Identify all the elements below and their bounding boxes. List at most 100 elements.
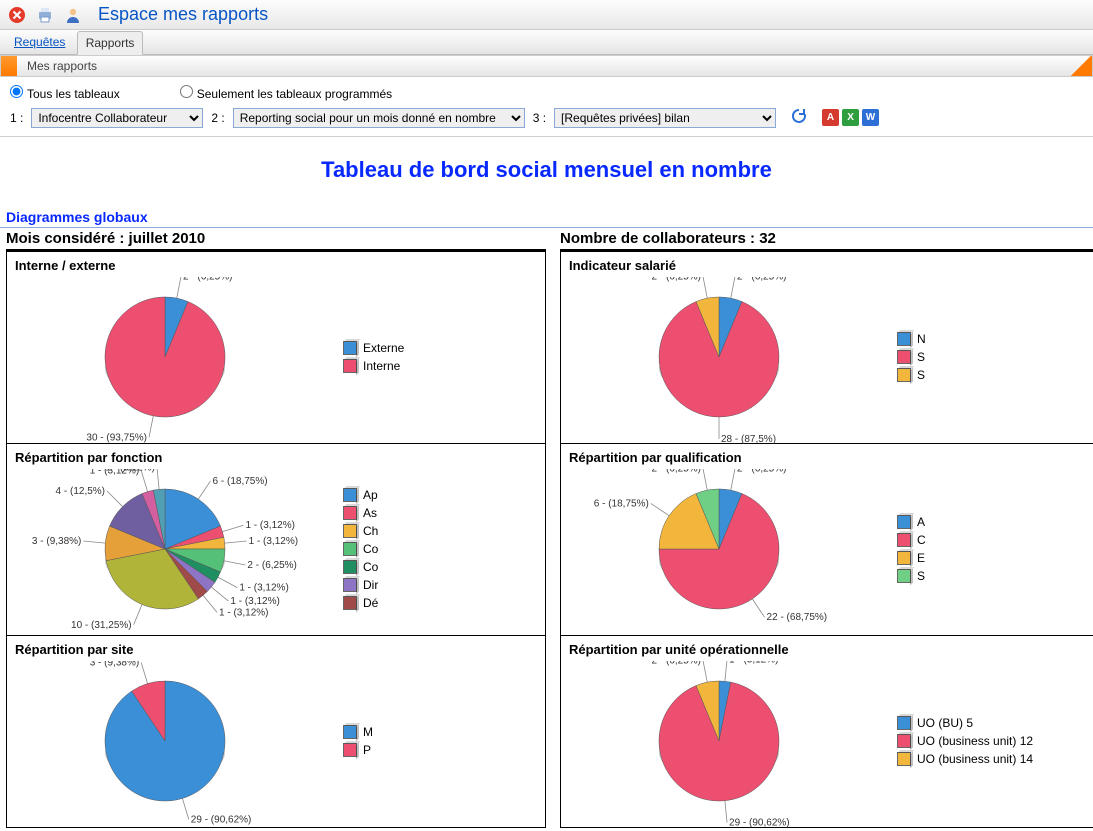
pie-canvas: 2 - (6,25%)28 - (87,5%)2 - (6,25%)	[569, 277, 889, 437]
filter-select-3[interactable]: [Requêtes privées] bilan	[555, 109, 775, 127]
legend-item: P	[343, 743, 537, 757]
filter-bar: Tous les tableaux Seulement les tableaux…	[0, 77, 1093, 137]
svg-text:2 - (6,25%): 2 - (6,25%)	[652, 277, 701, 283]
chart-legend: Ap As Ch Co Co Dir Dé	[335, 469, 537, 629]
left-column-head: Mois considéré : juillet 2010	[6, 228, 546, 251]
svg-text:2 - (6,25%): 2 - (6,25%)	[183, 277, 232, 283]
pie-canvas: 29 - (90,62%)3 - (9,38%)	[15, 661, 335, 821]
filter-select-2[interactable]: Reporting social pour un mois donné en n…	[234, 109, 524, 127]
svg-text:2 - (6,25%): 2 - (6,25%)	[247, 560, 296, 571]
chart-legend: NSS	[889, 277, 1091, 437]
chart-indicateur-salarie: Indicateur salarié 2 - (6,25%)28 - (87,5…	[560, 251, 1093, 444]
legend-item: S	[897, 350, 1091, 364]
top-toolbar: Espace mes rapports	[0, 0, 1093, 30]
panel-header: Mes rapports	[0, 55, 1093, 77]
chart-legend: MP	[335, 661, 537, 821]
svg-text:1 - (3,12%): 1 - (3,12%)	[729, 661, 778, 665]
chart-interne-externe: Interne / externe 2 - (6,25%)30 - (93,75…	[6, 251, 546, 444]
chart-title: Indicateur salarié	[569, 258, 1091, 273]
pie-canvas: 1 - (3,12%)29 - (90,62%)2 - (6,25%)	[569, 661, 889, 821]
legend-item: M	[343, 725, 537, 739]
radio-scheduled-only[interactable]: Seulement les tableaux programmés	[180, 85, 392, 101]
panel-title: Mes rapports	[27, 59, 97, 73]
svg-text:1 - (3,12%): 1 - (3,12%)	[219, 607, 268, 618]
svg-text:3 - (9,38%): 3 - (9,38%)	[32, 536, 81, 547]
orange-accent-right	[1070, 56, 1092, 76]
chart-title: Répartition par site	[15, 642, 537, 657]
legend-item: N	[897, 332, 1091, 346]
svg-text:2 - (6,25%): 2 - (6,25%)	[652, 469, 701, 475]
legend-item: Co	[343, 542, 537, 556]
svg-text:29 - (90,62%): 29 - (90,62%)	[729, 818, 790, 829]
chart-legend: Externe Interne	[335, 277, 537, 437]
pie-canvas: 2 - (6,25%) 22 - (68,75%) 6 - (18,75%) 2 - …	[569, 469, 889, 629]
user-icon[interactable]	[64, 6, 82, 24]
svg-text:4 - (12,5%): 4 - (12,5%)	[56, 486, 105, 497]
pie-canvas: 6 - (18,75%)1 - (3,12%)1 - (3,12%)2 - (6…	[15, 469, 335, 629]
svg-text:10 - (31,25%): 10 - (31,25%)	[71, 620, 132, 631]
page-title: Espace mes rapports	[98, 4, 268, 25]
chart-repartition-fonction: Répartition par fonction 6 - (18,75%) 1 -…	[6, 444, 546, 636]
legend-item: As	[343, 506, 537, 520]
tab-queries[interactable]: Requêtes	[6, 31, 73, 53]
chart-title: Répartition par unité opérationnelle	[569, 642, 1091, 657]
legend-item: Dé	[343, 596, 537, 610]
left-column: Mois considéré : juillet 2010 Interne / …	[6, 228, 546, 828]
legend-item: Co	[343, 560, 537, 574]
refresh-icon[interactable]	[790, 107, 808, 128]
svg-text:28 - (87,5%): 28 - (87,5%)	[721, 434, 776, 445]
close-icon[interactable]	[8, 6, 26, 24]
svg-text:30 - (93,75%): 30 - (93,75%)	[86, 432, 147, 443]
legend-item: C	[897, 533, 1091, 547]
legend-item: S	[897, 368, 1091, 382]
chart-legend: UO (BU) 5 UO (business unit) 12 UO (busine…	[889, 661, 1091, 821]
filter-label-3: 3 :	[533, 111, 546, 125]
export-doc-icon[interactable]: W	[862, 109, 879, 126]
legend-item: UO (business unit) 14	[897, 752, 1091, 766]
tab-bar: Requêtes Rapports	[0, 30, 1093, 55]
svg-text:2 - (6,25%): 2 - (6,25%)	[652, 661, 701, 667]
export-icon-group: A X W	[822, 109, 879, 126]
legend-item: Ap	[343, 488, 537, 502]
chart-title: Répartition par qualification	[569, 450, 1091, 465]
svg-text:3 - (9,38%): 3 - (9,38%)	[90, 661, 139, 669]
legend-item: UO (BU) 5	[897, 716, 1091, 730]
legend-item: Externe	[343, 341, 537, 355]
report-title: Tableau de bord social mensuel en nombre	[0, 137, 1093, 207]
svg-text:1 - (3,12%): 1 - (3,12%)	[239, 583, 288, 594]
svg-text:1 - (3,12%): 1 - (3,12%)	[249, 536, 298, 547]
legend-item: Ch	[343, 524, 537, 538]
filter-label-1: 1 :	[10, 111, 23, 125]
legend-item: S	[897, 569, 1091, 583]
svg-text:2 - (6,25%): 2 - (6,25%)	[737, 277, 786, 283]
legend-item: E	[897, 551, 1091, 565]
legend-item: Interne	[343, 359, 537, 373]
print-icon[interactable]	[36, 6, 54, 24]
orange-accent-left	[1, 56, 17, 76]
svg-text:2 - (6,25%): 2 - (6,25%)	[737, 469, 786, 475]
export-pdf-icon[interactable]: A	[822, 109, 839, 126]
legend-item: UO (business unit) 12	[897, 734, 1091, 748]
right-column: Nombre de collaborateurs : 32 Indicateur…	[560, 228, 1093, 828]
svg-text:1 - (3,12%): 1 - (3,12%)	[230, 596, 279, 607]
tab-reports[interactable]: Rapports	[77, 31, 144, 55]
legend-item: Dir	[343, 578, 537, 592]
pie-canvas: 2 - (6,25%)30 - (93,75%)	[15, 277, 335, 437]
chart-legend: ACES	[889, 469, 1091, 629]
svg-text:6 - (18,75%): 6 - (18,75%)	[594, 498, 649, 509]
chart-title: Répartition par fonction	[15, 450, 537, 465]
chart-repartition-uo: Répartition par unité opérationnelle 1 -…	[560, 636, 1093, 828]
chart-repartition-site: Répartition par site 29 - (90,62%)3 - (9…	[6, 636, 546, 828]
filter-select-1[interactable]: Infocentre Collaborateur	[32, 109, 202, 127]
radio-all-tables[interactable]: Tous les tableaux	[10, 85, 120, 101]
export-xls-icon[interactable]: X	[842, 109, 859, 126]
svg-text:1 - (3,12%): 1 - (3,12%)	[245, 520, 294, 531]
chart-grid: Mois considéré : juillet 2010 Interne / …	[0, 228, 1093, 828]
right-column-head: Nombre de collaborateurs : 32	[560, 228, 1093, 251]
svg-text:29 - (90,62%): 29 - (90,62%)	[191, 814, 252, 825]
svg-text:6 - (18,75%): 6 - (18,75%)	[213, 476, 268, 487]
svg-text:22 - (68,75%): 22 - (68,75%)	[767, 612, 828, 623]
svg-text:1 - (3,12%): 1 - (3,12%)	[105, 469, 154, 473]
legend-item: A	[897, 515, 1091, 529]
section-diagrammes-globaux: Diagrammes globaux	[0, 207, 1093, 228]
